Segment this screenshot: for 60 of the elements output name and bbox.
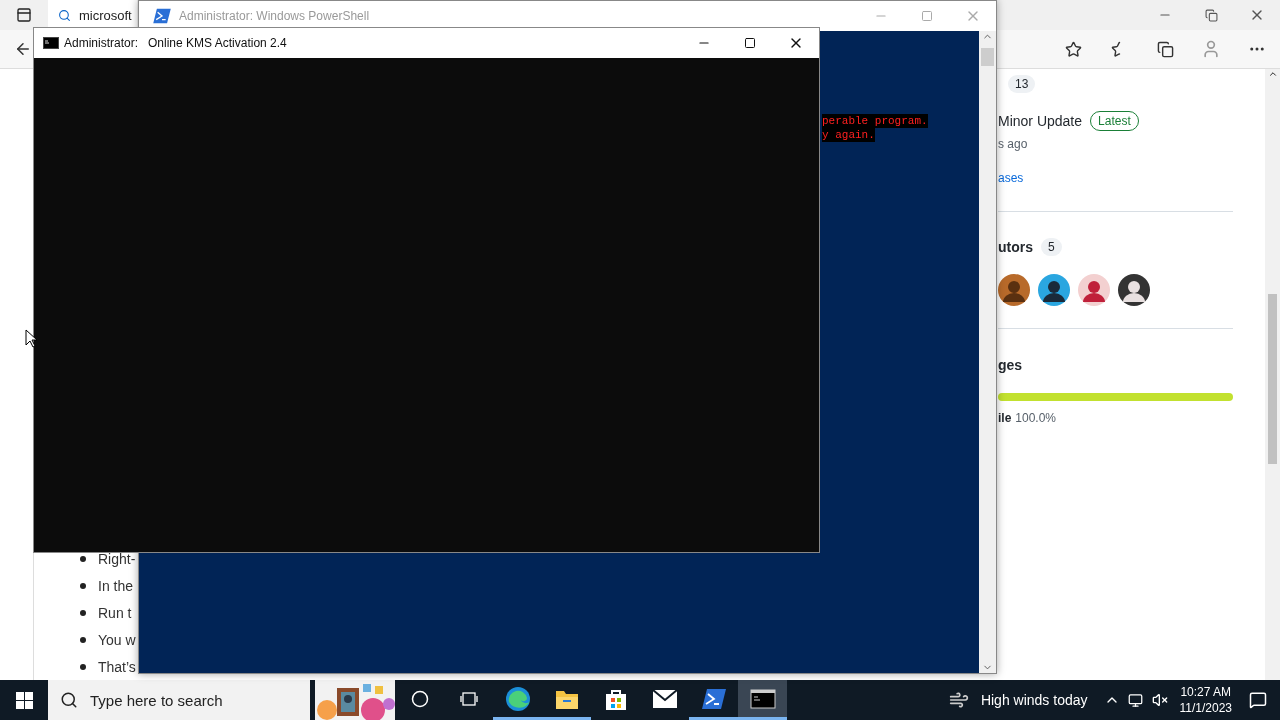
back-icon[interactable] [14, 40, 32, 58]
section-heading: ges [998, 357, 1023, 373]
volume-muted-icon[interactable] [1151, 692, 1168, 708]
mail-icon [651, 688, 678, 709]
windows-logo-icon[interactable] [15, 691, 33, 709]
bullet-icon [80, 636, 86, 643]
weather-text[interactable]: High winds today [980, 692, 1088, 708]
error-text: y again. [822, 128, 875, 142]
release-time: s ago [998, 137, 1028, 151]
error-text: perable program. [822, 114, 928, 128]
mouse-cursor-icon [25, 329, 37, 348]
tab-actions-icon[interactable] [16, 7, 32, 23]
browser-icon [504, 685, 531, 712]
bullet-icon [80, 609, 86, 616]
avatar-icon[interactable] [1038, 274, 1070, 306]
scrollbar-thumb[interactable] [1268, 294, 1277, 464]
browser-tab[interactable]: microsoft [48, 0, 137, 30]
count-badge: 5 [1041, 238, 1062, 256]
clock-date[interactable]: 11/1/2023 [1179, 700, 1232, 716]
releases-link[interactable]: ases [998, 171, 1024, 185]
scrollbar-thumb[interactable] [981, 48, 994, 66]
count-badge: 13 [1008, 75, 1036, 93]
restore-icon[interactable] [1204, 8, 1218, 22]
search-field[interactable]: Type here to search [48, 680, 310, 720]
avatar-icon[interactable] [1118, 274, 1150, 306]
list-item: Right- [98, 549, 136, 568]
add-favorite-icon[interactable] [1064, 40, 1082, 58]
wind-icon[interactable] [948, 690, 969, 710]
task-view-icon [459, 689, 478, 708]
terminal-icon [43, 37, 59, 49]
notifications-icon[interactable] [1249, 691, 1267, 709]
profile-icon[interactable] [1201, 39, 1221, 59]
terminal-icon [749, 688, 776, 709]
maximize-icon[interactable] [744, 37, 756, 49]
language-percent: 100.0% [1015, 411, 1057, 425]
bullet-icon [80, 663, 86, 670]
search-icon [60, 691, 78, 709]
search-icon [58, 8, 71, 22]
list-item: In the [98, 576, 134, 595]
scroll-up-icon[interactable] [1267, 69, 1278, 79]
list-item: Run t [98, 603, 132, 622]
avatar-icon[interactable] [998, 274, 1030, 306]
list-item: That’s [98, 657, 136, 676]
avatar-icon[interactable] [1078, 274, 1110, 306]
clock-time[interactable]: 10:27 AM [1180, 684, 1232, 700]
section-heading: utors [998, 239, 1033, 255]
window-title: Online KMS Activation 2.4 [148, 36, 287, 50]
bullet-icon [80, 582, 86, 589]
powershell-icon [153, 8, 171, 24]
taskbar-app[interactable] [738, 680, 787, 720]
release-title: Minor Update [998, 113, 1083, 129]
cortana-icon [410, 689, 429, 708]
network-icon[interactable] [1128, 692, 1143, 708]
bullet-icon [80, 555, 86, 562]
language-name: ile [998, 411, 1012, 425]
list-item: You w [98, 630, 136, 649]
collections-icon[interactable] [1156, 40, 1174, 58]
window-title-prefix: Administrator: [64, 36, 139, 50]
powershell-icon [701, 687, 726, 710]
window-title: Administrator: Windows PowerShell [179, 9, 370, 23]
